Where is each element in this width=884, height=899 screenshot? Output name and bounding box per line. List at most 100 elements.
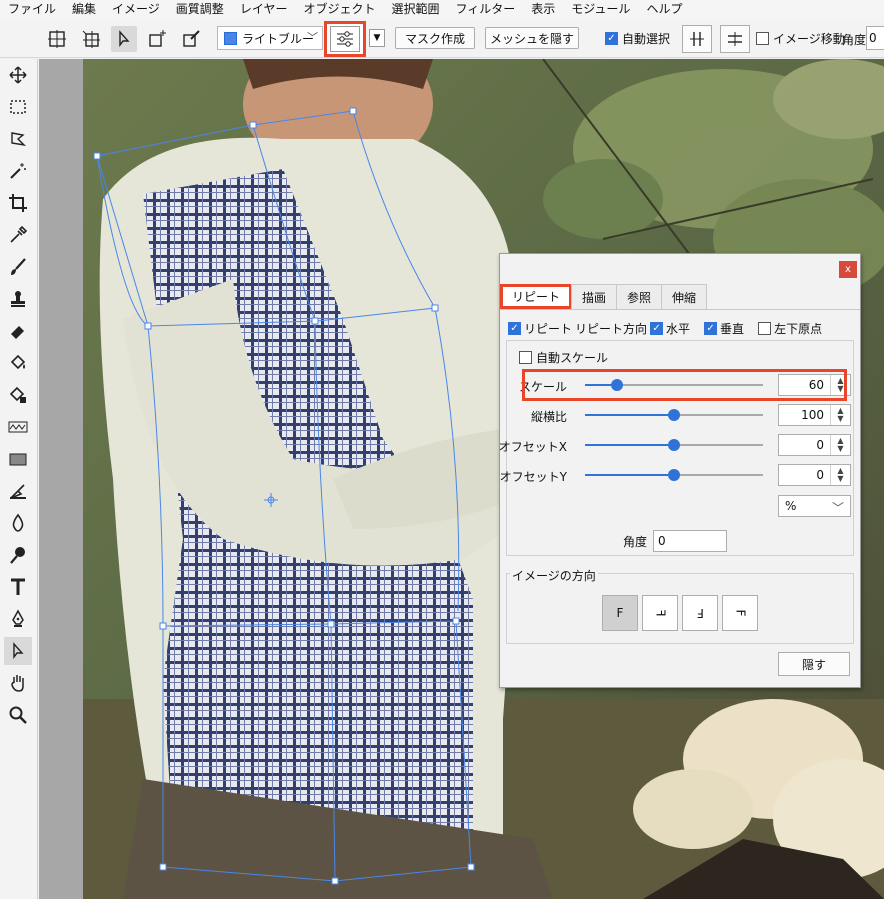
menu-edit[interactable]: 編集 bbox=[64, 0, 104, 18]
mask-create-button[interactable]: マスク作成 bbox=[395, 27, 475, 49]
hand-icon[interactable] bbox=[4, 669, 32, 697]
menu-module[interactable]: モジュール bbox=[563, 0, 638, 18]
angle-input[interactable]: 0 bbox=[866, 26, 884, 50]
eraser-icon[interactable] bbox=[4, 317, 32, 345]
stamp-icon[interactable] bbox=[4, 285, 32, 313]
vertical-label: 垂直 bbox=[720, 322, 745, 336]
offset-y-slider[interactable] bbox=[585, 469, 763, 481]
horizontal-checkbox[interactable]: ✓ bbox=[650, 322, 664, 335]
text-icon[interactable] bbox=[4, 573, 32, 601]
lasso-icon[interactable] bbox=[4, 125, 32, 153]
offset-x-label: オフセットX bbox=[498, 440, 567, 454]
offset-x-slider-row: オフセットX 0 ▲ ▼ bbox=[499, 434, 857, 456]
add-point-icon[interactable] bbox=[144, 26, 170, 52]
menu-file[interactable]: ファイル bbox=[0, 0, 64, 18]
orient-normal-button[interactable]: F bbox=[602, 595, 638, 631]
hide-button[interactable]: 隠す bbox=[778, 652, 850, 676]
offset-x-slider[interactable] bbox=[585, 439, 763, 451]
spin-arrows-icon: ▲ ▼ bbox=[830, 435, 850, 455]
unit-select[interactable]: % ﹀ bbox=[778, 495, 851, 517]
horizontal-split-icon[interactable] bbox=[720, 25, 750, 53]
orient-mirror-button[interactable]: F bbox=[682, 595, 718, 631]
pattern-fill-icon[interactable] bbox=[4, 381, 32, 409]
smudge-wave-icon[interactable] bbox=[4, 413, 32, 441]
pattern-settings-dialog: x リピート 描画 参照 伸縮 ✓ リピート リピート方向 ✓ 水平 ✓ 垂直 … bbox=[499, 253, 861, 688]
path-select-icon[interactable] bbox=[4, 637, 32, 665]
aspect-label: 縦横比 bbox=[530, 410, 567, 424]
repeat-checkbox[interactable]: ✓ bbox=[508, 322, 521, 335]
brush-icon[interactable] bbox=[4, 253, 32, 281]
settings-button[interactable] bbox=[324, 21, 366, 57]
image-move-label: イメージ移動 bbox=[773, 32, 845, 46]
vertical-checkbox[interactable]: ✓ bbox=[704, 322, 718, 335]
menu-image[interactable]: イメージ bbox=[104, 0, 168, 18]
menu-select[interactable]: 選択範囲 bbox=[383, 0, 447, 18]
close-button[interactable]: x bbox=[839, 261, 857, 278]
aspect-slider-row: 縦横比 100 ▲ ▼ bbox=[507, 404, 857, 426]
tab-divider bbox=[500, 309, 860, 310]
eyedropper-icon[interactable] bbox=[4, 221, 32, 249]
orient-rotate-button[interactable]: F bbox=[642, 595, 678, 631]
auto-scale-label: 自動スケール bbox=[536, 351, 609, 365]
aspect-spinbox[interactable]: 100 ▲ ▼ bbox=[778, 404, 851, 426]
bucket-icon[interactable] bbox=[4, 349, 32, 377]
drop-icon[interactable] bbox=[4, 509, 32, 537]
horizontal-label: 水平 bbox=[666, 322, 691, 336]
offset-y-spinbox[interactable]: 0 ▲ ▼ bbox=[778, 464, 851, 486]
checkbox-box bbox=[519, 351, 532, 364]
tab-repeat[interactable]: リピート bbox=[500, 284, 573, 309]
mesh-color-select[interactable]: ライトブルー ﹀ bbox=[217, 26, 323, 50]
image-move-checkbox[interactable]: イメージ移動 bbox=[756, 30, 845, 47]
menu-bar: ファイル 編集 イメージ 画質調整 レイヤー オブジェクト 選択範囲 フィルター… bbox=[0, 0, 884, 18]
pen-icon[interactable] bbox=[4, 605, 32, 633]
options-toolbar: ライトブルー ﹀ ▼ マスク作成 メッシュを隠す ✓ 自動選択 イメージ移動 角… bbox=[0, 18, 884, 58]
aspect-slider[interactable] bbox=[585, 409, 763, 421]
crop-icon[interactable] bbox=[4, 189, 32, 217]
tab-reference[interactable]: 参照 bbox=[616, 284, 663, 309]
menu-help[interactable]: ヘルプ bbox=[638, 0, 690, 18]
orientation-label: イメージの方向 bbox=[510, 567, 598, 584]
menu-view[interactable]: 表示 bbox=[523, 0, 563, 18]
offset-x-spinbox[interactable]: 0 ▲ ▼ bbox=[778, 434, 851, 456]
auto-select-checkbox[interactable]: ✓ 自動選択 bbox=[605, 30, 670, 47]
menu-object[interactable]: オブジェクト bbox=[295, 0, 383, 18]
checkbox-box bbox=[756, 32, 769, 45]
auto-scale-checkbox[interactable]: 自動スケール bbox=[519, 349, 608, 366]
canvas-gutter bbox=[39, 59, 83, 899]
chevron-down-icon: ﹀ bbox=[307, 31, 318, 44]
mesh-warp-icon[interactable] bbox=[78, 26, 104, 52]
dialog-angle-label: 角度 bbox=[623, 534, 648, 549]
brush-mesh-icon[interactable] bbox=[178, 26, 204, 52]
menu-layer[interactable]: レイヤー bbox=[232, 0, 296, 18]
spin-arrows-icon: ▲ ▼ bbox=[830, 405, 850, 425]
sliders-icon bbox=[330, 26, 360, 52]
tool-panel bbox=[0, 59, 38, 899]
zoom-icon[interactable] bbox=[4, 701, 32, 729]
move-icon[interactable] bbox=[4, 61, 32, 89]
sharpen-icon[interactable] bbox=[4, 477, 32, 505]
hide-mesh-button[interactable]: メッシュを隠す bbox=[485, 27, 579, 49]
dialog-angle-row: 角度 0 bbox=[623, 530, 728, 552]
select-arrow-icon[interactable] bbox=[111, 26, 137, 52]
angle-label: 角度 bbox=[842, 33, 867, 47]
vertical-split-icon[interactable] bbox=[682, 25, 712, 53]
offset-y-slider-row: オフセットY 0 ▲ ▼ bbox=[500, 464, 857, 486]
orient-flip-button[interactable]: F bbox=[722, 595, 758, 631]
bottom-left-label: 左下原点 bbox=[774, 322, 823, 336]
dodge-icon[interactable] bbox=[4, 541, 32, 569]
tab-stretch[interactable]: 伸縮 bbox=[661, 284, 708, 309]
menu-filter[interactable]: フィルター bbox=[447, 0, 523, 18]
repeat-label: リピート bbox=[524, 322, 573, 336]
bottom-left-checkbox[interactable] bbox=[758, 322, 772, 335]
dropdown-arrow-icon[interactable]: ▼ bbox=[369, 29, 385, 47]
magic-wand-icon[interactable] bbox=[4, 157, 32, 185]
dialog-angle-input[interactable]: 0 bbox=[653, 530, 728, 552]
marquee-icon[interactable] bbox=[4, 93, 32, 121]
dialog-tabs: リピート 描画 参照 伸縮 bbox=[500, 284, 708, 309]
tab-draw[interactable]: 描画 bbox=[571, 284, 618, 309]
menu-adjust[interactable]: 画質調整 bbox=[168, 0, 232, 18]
dialog-titlebar[interactable] bbox=[500, 254, 860, 284]
rectangle-icon[interactable] bbox=[4, 445, 32, 473]
mesh-grid-icon[interactable] bbox=[44, 26, 70, 52]
check-icon: ✓ bbox=[605, 32, 618, 45]
